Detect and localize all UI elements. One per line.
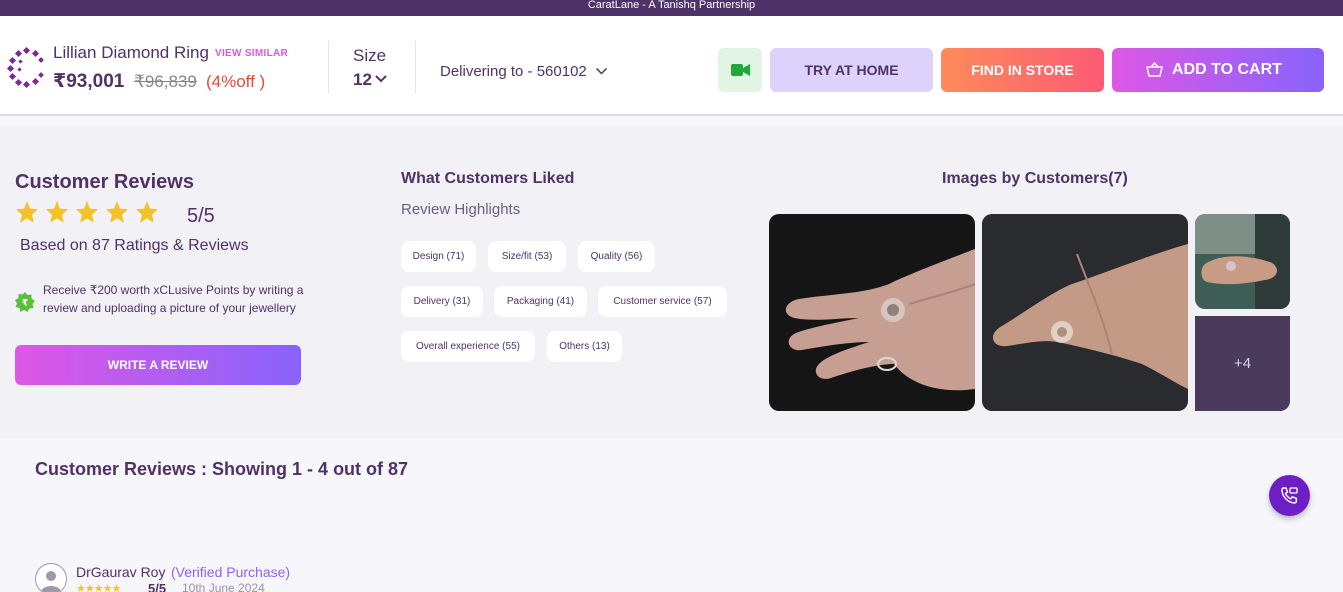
- add-to-cart-label: ADD TO CART: [1172, 61, 1282, 78]
- star-icon: [75, 200, 99, 224]
- announcement-text: CaratLane - A Tanishq Partnership: [587, 0, 756, 11]
- chevron-down-icon[interactable]: [595, 67, 608, 76]
- rupee-badge-icon: ₹: [15, 292, 35, 312]
- review-highlights-label: Review Highlights: [401, 201, 521, 218]
- highlight-chip[interactable]: Quality (56): [578, 241, 655, 272]
- product-header: Lillian Diamond Ring VIEW SIMILAR ₹93,00…: [0, 16, 1343, 116]
- ratings-count: Based on 87 Ratings & Reviews: [20, 237, 249, 254]
- video-call-button[interactable]: [718, 48, 762, 92]
- product-mrp: ₹96,839: [134, 72, 197, 91]
- customer-photo[interactable]: [769, 214, 975, 411]
- find-in-store-button[interactable]: FIND IN STORE: [941, 48, 1104, 92]
- highlight-chip[interactable]: Design (71): [401, 241, 476, 272]
- try-at-home-button[interactable]: TRY AT HOME: [770, 48, 933, 92]
- size-selector[interactable]: 12: [353, 70, 372, 90]
- hand-ring-photo: [1195, 214, 1290, 309]
- verified-purchase-badge: (Verified Purchase): [171, 564, 291, 580]
- star-icon: [15, 200, 39, 224]
- star-icon: [105, 200, 129, 224]
- size-label: Size: [353, 46, 387, 65]
- highlight-chip[interactable]: Others (13): [547, 331, 622, 362]
- reviewer-avatar: [35, 563, 67, 592]
- points-offer-text: Receive ₹200 worth xCLusive Points by wr…: [43, 283, 304, 315]
- review-stars: ★★★★★: [76, 583, 121, 592]
- star-icon: [135, 200, 159, 224]
- reviewer-name: DrGaurav Roy: [76, 564, 166, 580]
- highlight-chip[interactable]: Customer service (57): [598, 286, 727, 317]
- customer-photo[interactable]: [982, 214, 1188, 411]
- product-name: Lillian Diamond Ring: [53, 43, 209, 62]
- divider: [328, 41, 329, 93]
- highlight-chip[interactable]: Delivery (31): [401, 286, 483, 317]
- reviews-summary-section: Customer Reviews 5/5 Based on 87 Ratings…: [0, 126, 1343, 438]
- announcement-bar: CaratLane - A Tanishq Partnership: [0, 0, 1343, 16]
- highlight-chip[interactable]: Size/fit (53): [488, 241, 566, 272]
- rating-score: 5/5: [187, 205, 215, 227]
- what-customers-liked-title: What Customers Liked: [401, 170, 575, 187]
- view-similar-link[interactable]: VIEW SIMILAR: [215, 48, 288, 59]
- customer-reviews-title: Customer Reviews: [15, 171, 194, 193]
- highlight-chip[interactable]: Packaging (41): [494, 286, 587, 317]
- user-icon: [41, 571, 61, 592]
- divider: [415, 41, 416, 93]
- rating-stars: [15, 200, 165, 229]
- call-support-button[interactable]: [1269, 475, 1310, 516]
- hand-ring-photo: [785, 249, 975, 391]
- review-score: 5/5: [148, 581, 167, 592]
- discount-badge: (4%off ): [206, 72, 266, 91]
- add-to-cart-button[interactable]: ADD TO CART: [1112, 48, 1324, 92]
- svg-text:₹: ₹: [22, 299, 28, 309]
- product-price: ₹93,001: [53, 71, 125, 92]
- basket-icon: [1146, 62, 1163, 77]
- delivery-pincode[interactable]: Delivering to - 560102: [440, 63, 587, 80]
- more-photos-button[interactable]: +4: [1195, 316, 1290, 411]
- chevron-down-icon[interactable]: [374, 74, 388, 84]
- video-camera-icon: [731, 64, 750, 76]
- star-icon: [45, 200, 69, 224]
- phone-chat-icon: [1281, 487, 1298, 504]
- customer-photo[interactable]: [1195, 214, 1290, 309]
- highlight-chip[interactable]: Overall experience (55): [401, 331, 535, 362]
- images-by-customers-title: Images by Customers(7): [942, 170, 1128, 187]
- write-review-button[interactable]: WRITE A REVIEW: [15, 345, 301, 385]
- caratlane-logo-icon[interactable]: [7, 46, 45, 88]
- review-list-title: Customer Reviews : Showing 1 - 4 out of …: [35, 459, 409, 479]
- review-date: 10th June 2024: [182, 581, 265, 592]
- hand-ring-photo: [992, 244, 1188, 389]
